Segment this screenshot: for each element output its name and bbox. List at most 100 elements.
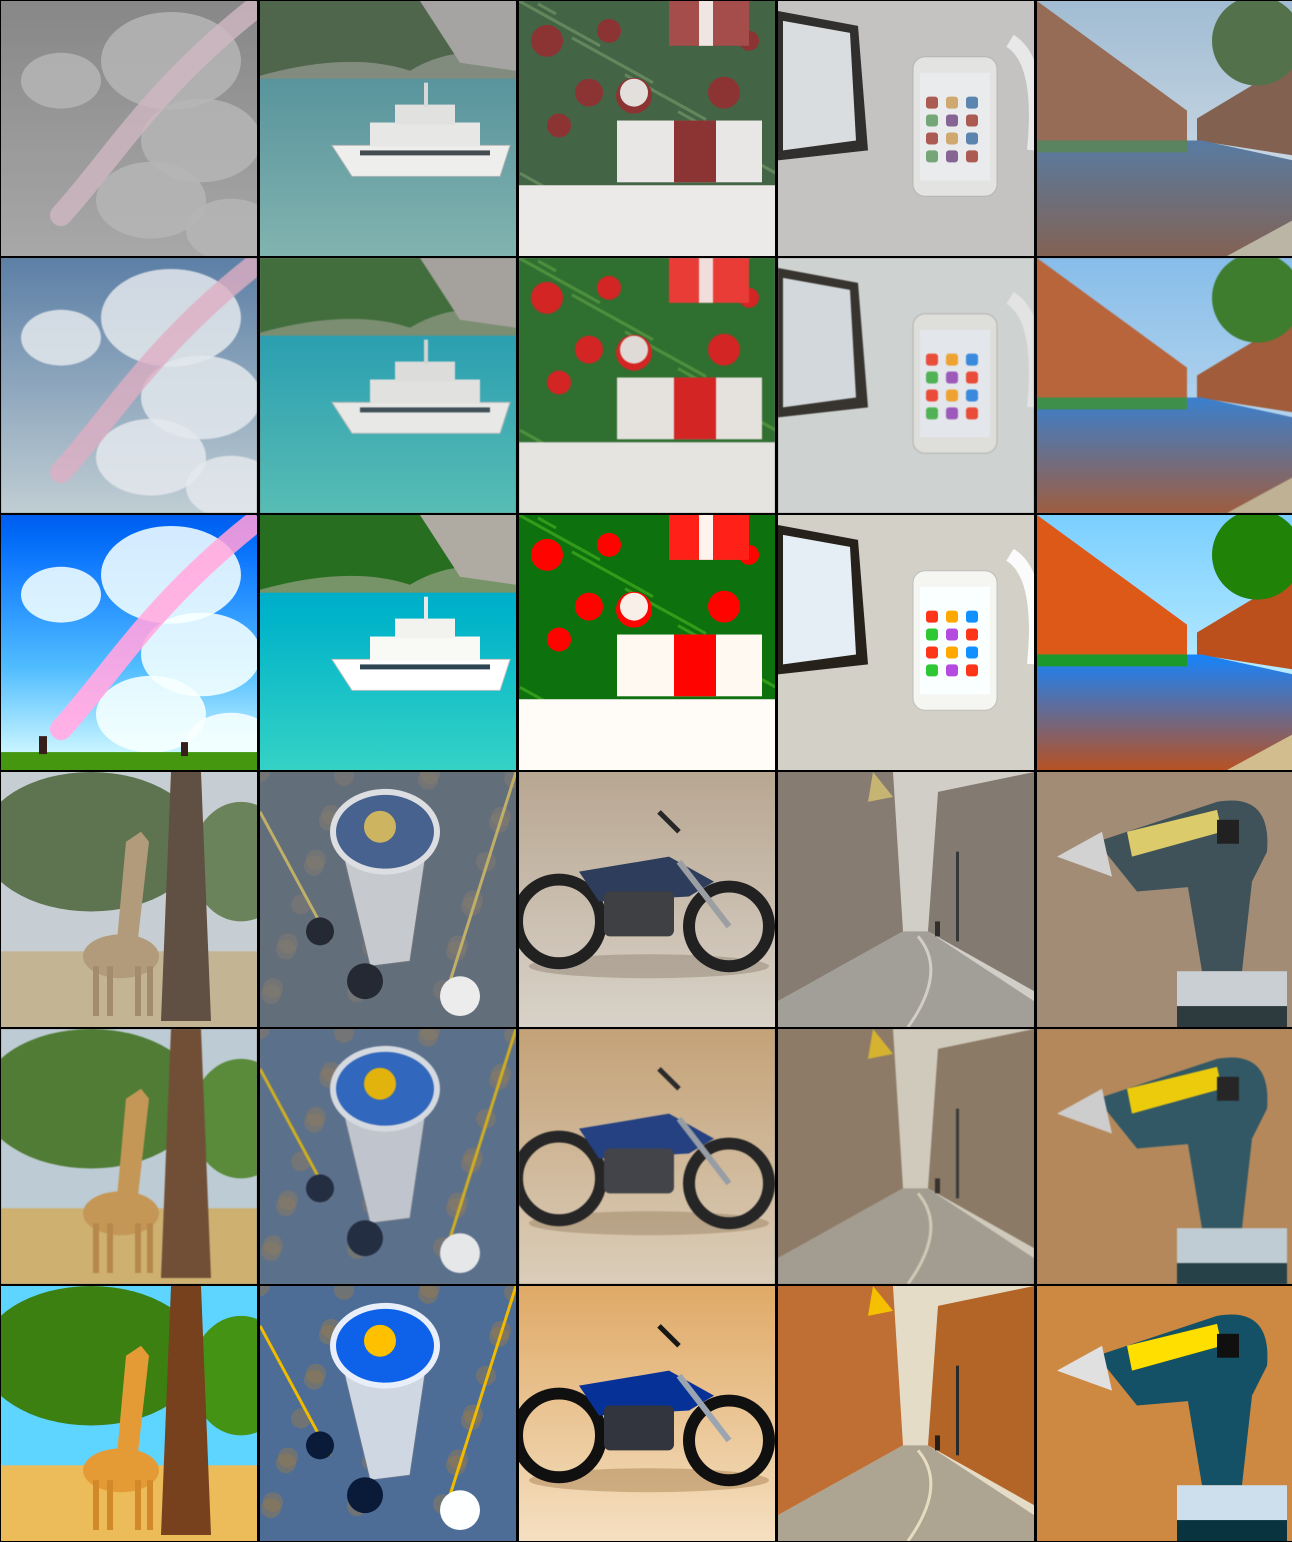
gift-ribbon: [674, 634, 716, 697]
app-icon: [966, 389, 978, 402]
app-icon: [966, 114, 978, 127]
app-icon: [946, 150, 958, 163]
image-tile-smartphone-painterly-reconstruction: [778, 258, 1034, 513]
smartphone-illustration: [778, 515, 1034, 770]
ornament: [708, 590, 740, 623]
image-tile-canal-street-anime-stylized: [1037, 515, 1292, 770]
image-tile-old-town-street-anime-stylized: [778, 1286, 1034, 1541]
giraffe-leg: [107, 1223, 113, 1274]
christmas-gift-illustration: [519, 1, 775, 256]
yacht-bridge: [395, 361, 455, 382]
engine: [604, 1148, 674, 1194]
image-tile-old-town-street-painterly-reconstruction: [778, 1029, 1034, 1284]
ornament: [575, 335, 603, 364]
giraffe-leg: [147, 966, 153, 1017]
terrain: [261, 984, 281, 1005]
old-town-street-illustration: [778, 772, 1034, 1027]
terrain: [276, 1196, 296, 1217]
image-tile-space-station-painterly-reconstruction: [260, 1029, 516, 1284]
image-tile-canal-street-original: [1037, 1, 1292, 256]
yacht-illustration: [260, 515, 516, 770]
app-icon: [946, 646, 958, 659]
ornament: [547, 113, 571, 138]
app-icon: [946, 407, 958, 420]
canal-street-illustration: [1037, 1, 1292, 256]
dome-light: [364, 1067, 396, 1100]
tablet-screen: [783, 534, 856, 665]
image-grid: [0, 0, 1292, 1542]
yacht-deck: [370, 122, 480, 147]
terrain: [261, 1241, 281, 1262]
yacht-mast: [424, 339, 428, 364]
image-tile-cloud-sky-original: [1, 1, 257, 256]
yacht-illustration: [260, 1, 516, 256]
pod: [347, 963, 383, 1000]
giraffe-illustration: [1, 1286, 257, 1541]
terrain: [304, 1112, 324, 1133]
image-tile-yacht-original: [260, 1, 516, 256]
white-surface: [519, 699, 775, 770]
giraffe-leg: [93, 1223, 99, 1274]
cloud-sky-illustration: [1, 515, 257, 770]
ornament: [708, 333, 740, 366]
ornament: [575, 592, 603, 621]
ornament: [708, 76, 740, 109]
giraffe-leg: [135, 1223, 141, 1274]
cloud-sky-illustration: [1, 1, 257, 256]
giraffe-leg: [107, 966, 113, 1017]
grass: [1, 752, 257, 770]
dome-light: [364, 1324, 396, 1357]
pedestrian: [935, 1178, 940, 1194]
app-icon: [946, 96, 958, 109]
image-tile-giraffe-painterly-reconstruction: [1, 1029, 257, 1284]
image-tile-cloud-sky-painterly-reconstruction: [1, 258, 257, 513]
image-tile-space-station-anime-stylized: [260, 1286, 516, 1541]
silver-ornament: [620, 78, 648, 107]
battery-base: [1177, 1263, 1287, 1284]
app-icon: [966, 407, 978, 420]
image-tile-christmas-gift-anime-stylized: [519, 515, 775, 770]
yacht-windows: [360, 664, 490, 670]
space-station-illustration: [260, 772, 516, 1027]
app-icon: [946, 389, 958, 402]
battery-base: [1177, 1006, 1287, 1027]
white-surface: [519, 185, 775, 256]
ornament: [597, 275, 621, 300]
app-icon: [946, 132, 958, 145]
app-icon: [926, 664, 938, 677]
white-sphere: [440, 976, 480, 1017]
canal-reflection: [1037, 140, 1292, 256]
app-icon: [926, 150, 938, 163]
image-tile-motorcycle-original: [519, 772, 775, 1027]
app-icon: [926, 114, 938, 127]
app-icon: [926, 353, 938, 366]
image-tile-yacht-anime-stylized: [260, 515, 516, 770]
brand-badge: [1217, 1333, 1239, 1358]
image-tile-old-town-street-original: [778, 772, 1034, 1027]
space-station-illustration: [260, 1029, 516, 1284]
canal-reflection: [1037, 654, 1292, 770]
image-tile-canal-street-painterly-reconstruction: [1037, 258, 1292, 513]
giraffe-illustration: [1, 772, 257, 1027]
app-icon: [966, 646, 978, 659]
app-icon: [946, 371, 958, 384]
engine: [604, 1405, 674, 1451]
pedestrian: [935, 921, 940, 937]
yacht-windows: [360, 407, 490, 413]
power-drill-illustration: [1037, 772, 1292, 1027]
image-tile-cloud-sky-anime-stylized: [1, 515, 257, 770]
boats: [1037, 654, 1187, 667]
silver-ornament: [620, 592, 648, 621]
giraffe-illustration: [1, 1029, 257, 1284]
giraffe-leg: [135, 1480, 141, 1531]
app-icon: [926, 371, 938, 384]
image-tile-yacht-painterly-reconstruction: [260, 258, 516, 513]
pod: [306, 1174, 334, 1203]
motorcycle-illustration: [519, 1286, 775, 1541]
space-station-illustration: [260, 1286, 516, 1541]
canal-street-illustration: [1037, 515, 1292, 770]
app-icon: [966, 371, 978, 384]
cloud: [21, 52, 101, 109]
tablet-screen: [783, 277, 856, 408]
app-icon: [946, 114, 958, 127]
